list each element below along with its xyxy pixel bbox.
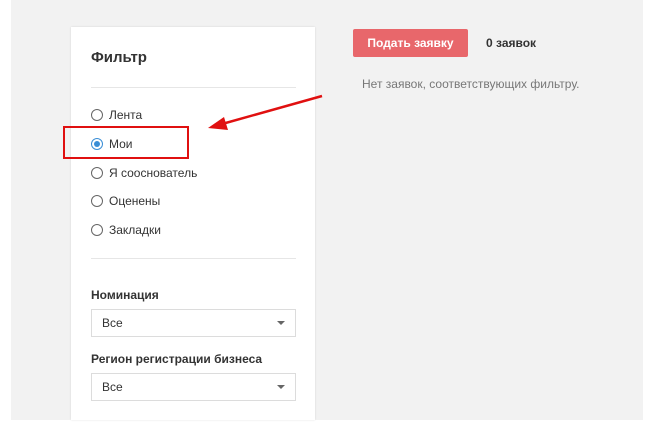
radio-option-rated[interactable]: Оценены [91, 191, 160, 211]
radio-icon [91, 109, 103, 121]
annotation-highlight-box [63, 126, 189, 159]
region-select-value: Все [102, 380, 123, 394]
radio-icon [91, 224, 103, 236]
radio-label: Лента [109, 108, 143, 122]
empty-state-message: Нет заявок, соответствующих фильтру. [362, 77, 580, 91]
caret-down-icon [277, 321, 285, 325]
filter-title: Фильтр [91, 49, 147, 66]
radio-label: Я сооснователь [109, 166, 198, 180]
submit-application-button[interactable]: Подать заявку [353, 29, 468, 57]
radio-icon [91, 167, 103, 179]
radio-label: Закладки [109, 223, 161, 237]
divider [91, 87, 296, 88]
region-label: Регион регистрации бизнеса [91, 352, 263, 366]
radio-option-bookmarks[interactable]: Закладки [91, 220, 161, 240]
radio-option-feed[interactable]: Лента [91, 105, 142, 125]
radio-label: Оценены [109, 194, 161, 208]
nomination-label: Номинация [91, 288, 159, 302]
radio-option-cofounder[interactable]: Я сооснователь [91, 163, 197, 183]
caret-down-icon [277, 385, 285, 389]
filter-panel: Фильтр Лента Мои Я сооснователь Оценены … [71, 27, 315, 420]
region-select[interactable]: Все [91, 373, 296, 401]
divider [91, 258, 296, 259]
nomination-select-value: Все [102, 316, 123, 330]
nomination-select[interactable]: Все [91, 309, 296, 337]
radio-icon [91, 195, 103, 207]
application-count: 0 заявок [486, 36, 537, 50]
